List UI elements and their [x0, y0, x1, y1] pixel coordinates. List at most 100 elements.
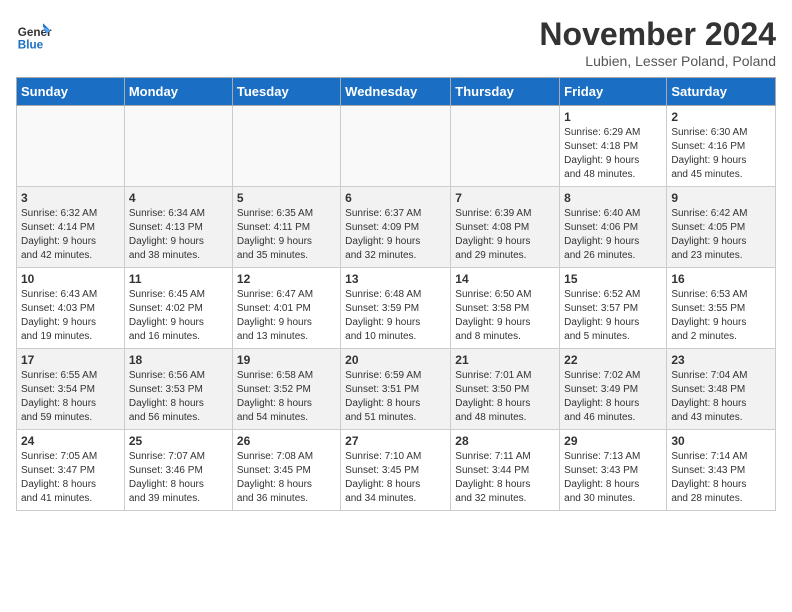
day-info: Sunrise: 6:42 AM Sunset: 4:05 PM Dayligh… [671, 207, 771, 263]
day-number: 12 [237, 272, 336, 286]
calendar-cell: 19 Sunrise: 6:58 AM Sunset: 3:52 PM Dayli… [232, 349, 340, 430]
calendar-week-row: 24 Sunrise: 7:05 AM Sunset: 3:47 PM Dayli… [17, 430, 776, 511]
day-number: 13 [345, 272, 446, 286]
calendar-week-row: 1 Sunrise: 6:29 AM Sunset: 4:18 PM Daylig… [17, 106, 776, 187]
day-info: Sunrise: 6:47 AM Sunset: 4:01 PM Dayligh… [237, 288, 336, 344]
day-info: Sunrise: 7:13 AM Sunset: 3:43 PM Dayligh… [564, 450, 662, 506]
day-info: Sunrise: 6:30 AM Sunset: 4:16 PM Dayligh… [671, 126, 771, 182]
day-info: Sunrise: 7:14 AM Sunset: 3:43 PM Dayligh… [671, 450, 771, 506]
day-number: 2 [671, 110, 771, 124]
day-number: 26 [237, 434, 336, 448]
calendar-cell: 14 Sunrise: 6:50 AM Sunset: 3:58 PM Dayli… [451, 268, 560, 349]
day-info: Sunrise: 6:59 AM Sunset: 3:51 PM Dayligh… [345, 369, 446, 425]
day-number: 10 [21, 272, 120, 286]
calendar-cell: 11 Sunrise: 6:45 AM Sunset: 4:02 PM Dayli… [124, 268, 232, 349]
day-info: Sunrise: 6:29 AM Sunset: 4:18 PM Dayligh… [564, 126, 662, 182]
calendar-header-row: SundayMondayTuesdayWednesdayThursdayFrid… [17, 78, 776, 106]
day-info: Sunrise: 7:11 AM Sunset: 3:44 PM Dayligh… [455, 450, 555, 506]
day-info: Sunrise: 7:02 AM Sunset: 3:49 PM Dayligh… [564, 369, 662, 425]
calendar-cell: 25 Sunrise: 7:07 AM Sunset: 3:46 PM Dayli… [124, 430, 232, 511]
column-header-wednesday: Wednesday [341, 78, 451, 106]
day-info: Sunrise: 6:34 AM Sunset: 4:13 PM Dayligh… [129, 207, 228, 263]
calendar-cell: 24 Sunrise: 7:05 AM Sunset: 3:47 PM Dayli… [17, 430, 125, 511]
day-number: 4 [129, 191, 228, 205]
calendar-cell: 13 Sunrise: 6:48 AM Sunset: 3:59 PM Dayli… [341, 268, 451, 349]
calendar-cell: 18 Sunrise: 6:56 AM Sunset: 3:53 PM Dayli… [124, 349, 232, 430]
logo: General Blue [16, 16, 52, 52]
day-number: 17 [21, 353, 120, 367]
day-number: 30 [671, 434, 771, 448]
calendar-cell [341, 106, 451, 187]
calendar-cell: 2 Sunrise: 6:30 AM Sunset: 4:16 PM Daylig… [667, 106, 776, 187]
day-number: 24 [21, 434, 120, 448]
day-number: 25 [129, 434, 228, 448]
column-header-thursday: Thursday [451, 78, 560, 106]
calendar-cell: 4 Sunrise: 6:34 AM Sunset: 4:13 PM Daylig… [124, 187, 232, 268]
calendar-cell: 27 Sunrise: 7:10 AM Sunset: 3:45 PM Dayli… [341, 430, 451, 511]
calendar-week-row: 17 Sunrise: 6:55 AM Sunset: 3:54 PM Dayli… [17, 349, 776, 430]
day-info: Sunrise: 6:43 AM Sunset: 4:03 PM Dayligh… [21, 288, 120, 344]
day-info: Sunrise: 6:48 AM Sunset: 3:59 PM Dayligh… [345, 288, 446, 344]
column-header-saturday: Saturday [667, 78, 776, 106]
calendar-cell: 16Sunrise: 6:53 AM Sunset: 3:55 PM Dayli… [667, 268, 776, 349]
calendar-cell: 7 Sunrise: 6:39 AM Sunset: 4:08 PM Daylig… [451, 187, 560, 268]
title-area: November 2024 Lubien, Lesser Poland, Pol… [539, 16, 776, 69]
calendar-cell [232, 106, 340, 187]
location: Lubien, Lesser Poland, Poland [539, 53, 776, 69]
column-header-tuesday: Tuesday [232, 78, 340, 106]
calendar-table: SundayMondayTuesdayWednesdayThursdayFrid… [16, 77, 776, 511]
day-number: 21 [455, 353, 555, 367]
day-info: Sunrise: 6:32 AM Sunset: 4:14 PM Dayligh… [21, 207, 120, 263]
calendar-cell: 28 Sunrise: 7:11 AM Sunset: 3:44 PM Dayli… [451, 430, 560, 511]
calendar-cell: 9Sunrise: 6:42 AM Sunset: 4:05 PM Daylig… [667, 187, 776, 268]
day-info: Sunrise: 7:04 AM Sunset: 3:48 PM Dayligh… [671, 369, 771, 425]
month-title: November 2024 [539, 16, 776, 53]
calendar-cell: 1 Sunrise: 6:29 AM Sunset: 4:18 PM Daylig… [560, 106, 667, 187]
day-number: 11 [129, 272, 228, 286]
calendar-cell: 3Sunrise: 6:32 AM Sunset: 4:14 PM Daylig… [17, 187, 125, 268]
calendar-cell: 20 Sunrise: 6:59 AM Sunset: 3:51 PM Dayli… [341, 349, 451, 430]
header: General Blue November 2024 Lubien, Lesse… [16, 16, 776, 69]
column-header-friday: Friday [560, 78, 667, 106]
calendar-cell: 30 Sunrise: 7:14 AM Sunset: 3:43 PM Dayli… [667, 430, 776, 511]
day-number: 16 [671, 272, 771, 286]
day-info: Sunrise: 7:10 AM Sunset: 3:45 PM Dayligh… [345, 450, 446, 506]
day-info: Sunrise: 6:56 AM Sunset: 3:53 PM Dayligh… [129, 369, 228, 425]
day-info: Sunrise: 7:08 AM Sunset: 3:45 PM Dayligh… [237, 450, 336, 506]
day-info: Sunrise: 6:58 AM Sunset: 3:52 PM Dayligh… [237, 369, 336, 425]
column-header-sunday: Sunday [17, 78, 125, 106]
day-info: Sunrise: 6:52 AM Sunset: 3:57 PM Dayligh… [564, 288, 662, 344]
day-info: Sunrise: 6:50 AM Sunset: 3:58 PM Dayligh… [455, 288, 555, 344]
day-info: Sunrise: 6:55 AM Sunset: 3:54 PM Dayligh… [21, 369, 120, 425]
day-info: Sunrise: 6:39 AM Sunset: 4:08 PM Dayligh… [455, 207, 555, 263]
day-number: 28 [455, 434, 555, 448]
day-info: Sunrise: 6:40 AM Sunset: 4:06 PM Dayligh… [564, 207, 662, 263]
day-number: 14 [455, 272, 555, 286]
day-number: 15 [564, 272, 662, 286]
logo-icon: General Blue [16, 16, 52, 52]
day-number: 19 [237, 353, 336, 367]
calendar-cell: 8 Sunrise: 6:40 AM Sunset: 4:06 PM Daylig… [560, 187, 667, 268]
day-number: 18 [129, 353, 228, 367]
calendar-cell: 5 Sunrise: 6:35 AM Sunset: 4:11 PM Daylig… [232, 187, 340, 268]
day-number: 22 [564, 353, 662, 367]
day-number: 8 [564, 191, 662, 205]
day-number: 7 [455, 191, 555, 205]
calendar-cell: 10 Sunrise: 6:43 AM Sunset: 4:03 PM Dayli… [17, 268, 125, 349]
day-info: Sunrise: 6:45 AM Sunset: 4:02 PM Dayligh… [129, 288, 228, 344]
calendar-cell [124, 106, 232, 187]
day-info: Sunrise: 7:01 AM Sunset: 3:50 PM Dayligh… [455, 369, 555, 425]
day-info: Sunrise: 6:35 AM Sunset: 4:11 PM Dayligh… [237, 207, 336, 263]
calendar-cell [17, 106, 125, 187]
calendar-cell [451, 106, 560, 187]
day-number: 27 [345, 434, 446, 448]
day-info: Sunrise: 7:07 AM Sunset: 3:46 PM Dayligh… [129, 450, 228, 506]
day-number: 20 [345, 353, 446, 367]
day-number: 5 [237, 191, 336, 205]
calendar-cell: 15 Sunrise: 6:52 AM Sunset: 3:57 PM Dayli… [560, 268, 667, 349]
calendar-cell: 21 Sunrise: 7:01 AM Sunset: 3:50 PM Dayli… [451, 349, 560, 430]
calendar-cell: 22 Sunrise: 7:02 AM Sunset: 3:49 PM Dayli… [560, 349, 667, 430]
day-info: Sunrise: 7:05 AM Sunset: 3:47 PM Dayligh… [21, 450, 120, 506]
day-number: 23 [671, 353, 771, 367]
day-number: 1 [564, 110, 662, 124]
